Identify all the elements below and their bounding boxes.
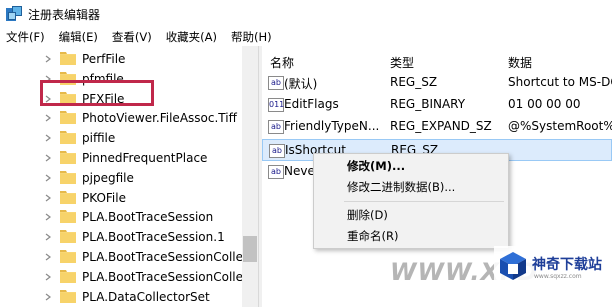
- tree-item[interactable]: PLA.BootTraceSession: [0, 207, 242, 227]
- string-value-icon: ab: [269, 143, 285, 158]
- value-data: @%SystemRoot%\: [508, 119, 612, 134]
- tree-item[interactable]: PLA.BootTraceSessionCollec: [0, 247, 250, 267]
- folder-icon: [60, 151, 76, 164]
- value-row[interactable]: 011 EditFlags REG_BINARY 01 00 00 00: [262, 94, 612, 116]
- chevron-right-icon[interactable]: [44, 293, 52, 301]
- menu-favorites[interactable]: 收藏夹(A): [160, 29, 225, 45]
- folder-icon: [60, 289, 76, 303]
- tree-item[interactable]: PLA.BootTraceSession.1: [0, 227, 242, 247]
- cube-logo-icon: [500, 252, 526, 280]
- context-menu-rename[interactable]: 重命名(R): [347, 228, 398, 244]
- chevron-right-icon[interactable]: [44, 134, 52, 142]
- tree-item-label: PerfFile: [82, 52, 126, 66]
- tree-scrollbar-thumb[interactable]: [243, 236, 257, 262]
- folder-icon: [60, 131, 76, 145]
- tree-item-label: piffile: [82, 131, 116, 146]
- value-type: REG_BINARY: [390, 97, 466, 112]
- tree-item-label: PhotoViewer.FileAssoc.Tiff: [82, 111, 237, 126]
- column-header-name[interactable]: 名称: [270, 54, 294, 71]
- context-menu-delete[interactable]: 删除(D): [347, 207, 388, 223]
- chevron-right-icon[interactable]: [44, 154, 52, 162]
- tree-item-label: PLA.BootTraceSessionCollec: [82, 250, 250, 264]
- folder-icon: [60, 250, 76, 263]
- context-menu-modify-binary[interactable]: 修改二进制数据(B)...: [347, 179, 455, 195]
- chevron-right-icon[interactable]: [44, 233, 52, 241]
- folder-icon: [60, 170, 76, 184]
- value-data: Shortcut to MS-DO: [508, 75, 612, 89]
- column-header-data[interactable]: 数据: [508, 54, 532, 71]
- value-name: Neve: [284, 163, 315, 178]
- folder-icon: [60, 111, 76, 125]
- folder-icon: [60, 190, 76, 204]
- chevron-right-icon[interactable]: [44, 55, 52, 63]
- watermark-brand: 神奇下载站: [532, 257, 602, 273]
- value-type: REG_EXPAND_SZ: [390, 119, 492, 134]
- registry-editor-icon: [6, 6, 22, 22]
- chevron-right-icon[interactable]: [44, 253, 52, 261]
- value-row[interactable]: ab (默认) REG_SZ Shortcut to MS-DO: [262, 72, 612, 94]
- tree-item-label: pjpegfile: [82, 170, 134, 185]
- title-bar: 注册表编辑器: [0, 0, 612, 28]
- window-title: 注册表编辑器: [28, 7, 101, 22]
- chevron-right-icon[interactable]: [44, 273, 52, 281]
- value-type: REG_SZ: [390, 75, 438, 89]
- chevron-right-icon[interactable]: [44, 213, 52, 221]
- value-name: FriendlyTypeN...: [284, 119, 380, 134]
- context-menu-separator: [344, 201, 504, 202]
- string-value-icon: ab: [268, 76, 284, 90]
- value-data: 01 00 00 00: [508, 97, 581, 112]
- tree-item-label: PLA.DataCollectorSet: [82, 289, 210, 304]
- tree-item-label: PLA.BootTraceSessionCollec: [82, 269, 250, 284]
- tree-item[interactable]: pjpegfile: [0, 168, 242, 188]
- value-row[interactable]: ab FriendlyTypeN... REG_EXPAND_SZ @%SystemR…: [262, 116, 612, 138]
- tree-item[interactable]: PLA.BootTraceSessionCollec: [0, 267, 250, 287]
- context-menu-modify[interactable]: 修改(M)...: [347, 158, 405, 174]
- folder-icon: [60, 52, 76, 65]
- tree-item-label: PLA.BootTraceSession.1: [82, 230, 225, 245]
- tree-item[interactable]: piffile: [0, 128, 242, 148]
- menu-edit[interactable]: 编辑(E): [53, 29, 106, 45]
- tree-scrollbar[interactable]: [242, 46, 258, 307]
- folder-icon: [60, 230, 76, 244]
- tree-item[interactable]: PLA.DataCollectorSet: [0, 287, 242, 307]
- tree-item-label: PinnedFrequentPlace: [82, 151, 208, 165]
- menu-file[interactable]: 文件(F): [0, 29, 53, 45]
- tree-item[interactable]: PinnedFrequentPlace: [0, 148, 242, 168]
- chevron-right-icon[interactable]: [44, 114, 52, 122]
- tree-item[interactable]: PerfFile: [0, 49, 242, 69]
- menu-help[interactable]: 帮助(H): [225, 29, 280, 45]
- menu-view[interactable]: 查看(V): [106, 29, 160, 45]
- tree-item-label: PLA.BootTraceSession: [82, 210, 214, 225]
- highlight-annotation-box: [40, 80, 154, 106]
- context-menu: 修改(M)... 修改二进制数据(B)... 删除(D) 重命名(R): [313, 153, 509, 249]
- tree-item[interactable]: PhotoViewer.FileAssoc.Tiff: [0, 108, 242, 128]
- folder-icon: [60, 210, 76, 224]
- column-header-type[interactable]: 类型: [390, 54, 414, 71]
- value-name: EditFlags: [284, 97, 339, 112]
- binary-value-icon: 011: [268, 98, 284, 113]
- chevron-right-icon[interactable]: [44, 174, 52, 182]
- string-value-icon: ab: [268, 164, 284, 179]
- string-value-icon: ab: [268, 120, 284, 135]
- tree-item-label: PKOFile: [82, 190, 126, 205]
- folder-icon: [60, 269, 76, 283]
- value-name: (默认): [284, 77, 318, 91]
- watermark-url: www.sqxzz.com: [534, 273, 582, 280]
- chevron-right-icon[interactable]: [44, 194, 52, 202]
- menu-bar: 文件(F) 编辑(E) 查看(V) 收藏夹(A) 帮助(H): [0, 28, 612, 46]
- tree-item[interactable]: PKOFile: [0, 188, 242, 208]
